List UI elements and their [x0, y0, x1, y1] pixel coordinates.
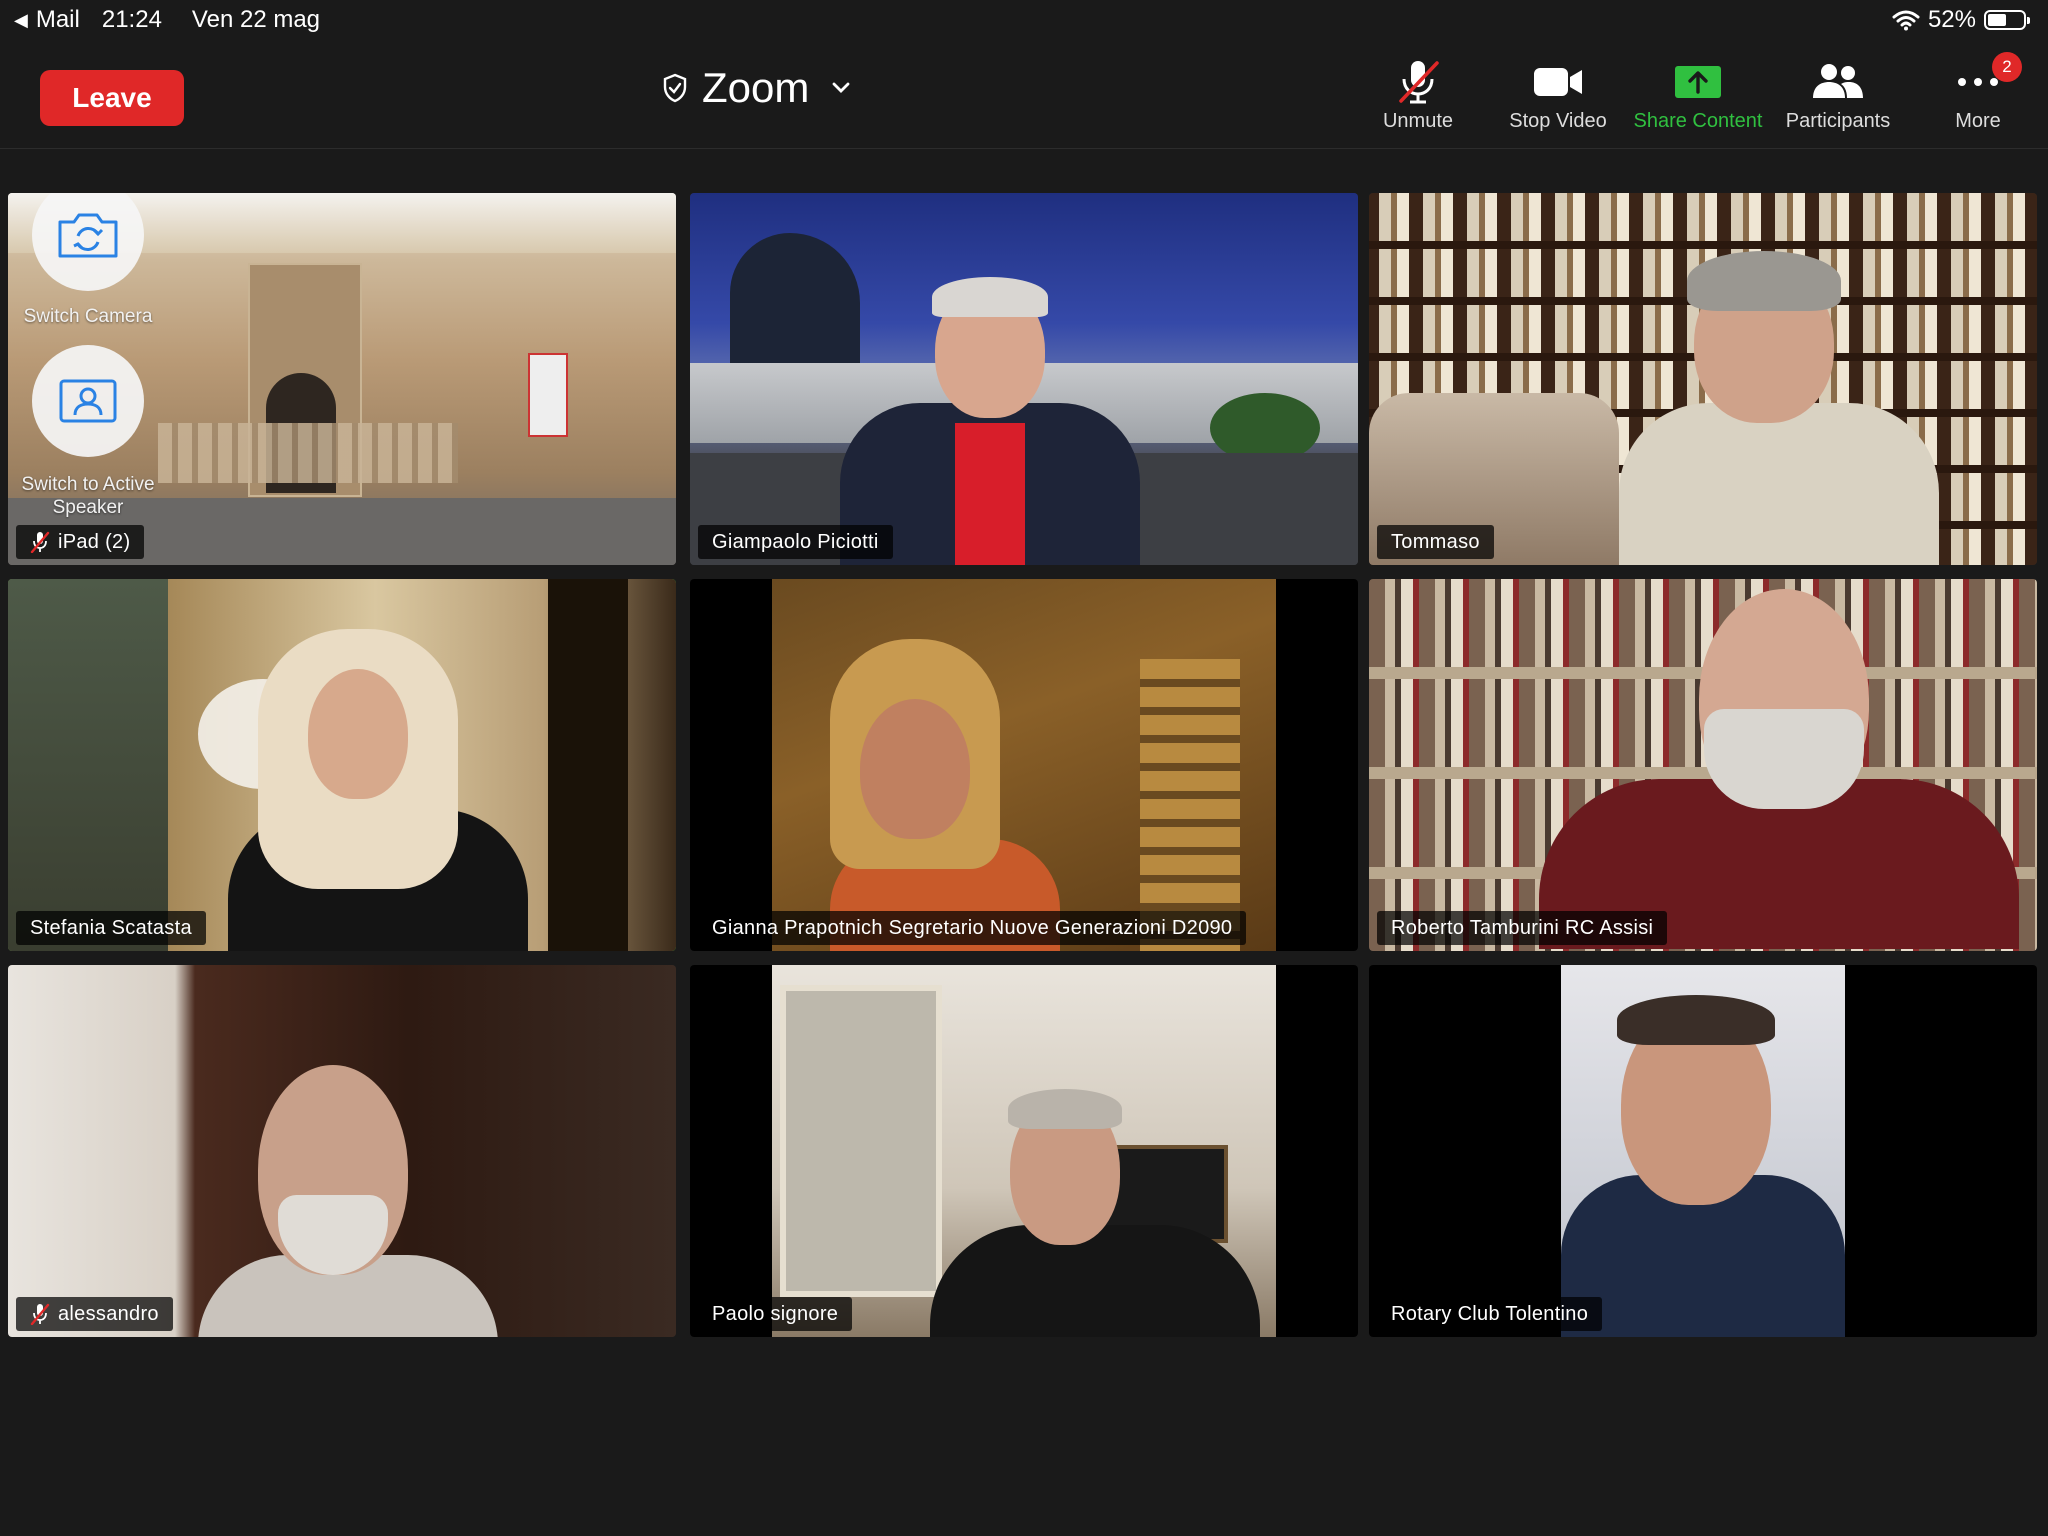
- switch-camera-icon: [58, 213, 118, 258]
- share-up-arrow-icon: [1675, 66, 1721, 98]
- participant-name: Paolo signore: [712, 1302, 839, 1325]
- battery-fill: [1988, 14, 2006, 26]
- video-tile[interactable]: Tommaso: [1369, 193, 2037, 565]
- more-button[interactable]: 2 More: [1908, 52, 2048, 133]
- more-label: More: [1955, 110, 2001, 132]
- switch-active-speaker-button[interactable]: [32, 345, 144, 457]
- status-left: ◀ Mail 21:24 Ven 22 mag: [14, 6, 320, 34]
- microphone-muted-icon: [30, 531, 50, 553]
- participant-name-tag: Paolo signore: [698, 1297, 853, 1331]
- participant-name-tag: Tommaso: [1377, 525, 1494, 559]
- back-arrow-icon[interactable]: ◀: [14, 10, 28, 31]
- status-time: 21:24: [101, 6, 162, 33]
- wifi-icon: [1892, 10, 1920, 31]
- participant-name: Roberto Tamburini RC Assisi: [1391, 916, 1654, 939]
- participant-name-tag: Stefania Scatasta: [16, 911, 206, 945]
- participants-label: Participants: [1785, 110, 1891, 132]
- microphone-muted-icon: [1399, 61, 1439, 104]
- microphone-muted-icon: [30, 1303, 50, 1325]
- active-speaker-icon: [59, 379, 117, 423]
- people-icon: [1813, 64, 1863, 98]
- participant-name-tag: Roberto Tamburini RC Assisi: [1377, 911, 1668, 945]
- participant-name-tag: Giampaolo Piciotti: [698, 525, 893, 559]
- status-date: Ven 22 mag: [191, 6, 321, 33]
- participant-name-tag: Gianna Prapotnich Segretario Nuove Gener…: [698, 911, 1247, 945]
- status-bar: ◀ Mail 21:24 Ven 22 mag 52%: [0, 0, 2048, 40]
- video-camera-icon: [1534, 68, 1582, 96]
- unmute-button[interactable]: Unmute: [1348, 54, 1488, 133]
- ellipsis-icon: [1958, 78, 1998, 86]
- video-tile[interactable]: Rotary Club Tolentino: [1369, 965, 2037, 1337]
- stop-video-label: Stop Video: [1509, 110, 1607, 132]
- back-app-label[interactable]: Mail: [36, 6, 80, 34]
- video-tile[interactable]: Gianna Prapotnich Segretario Nuove Gener…: [690, 579, 1358, 951]
- participant-name: Stefania Scatasta: [30, 916, 192, 939]
- participants-button[interactable]: Participants: [1768, 54, 1908, 133]
- video-tile[interactable]: Giampaolo Piciotti: [690, 193, 1358, 565]
- battery-percent: 52%: [1927, 6, 1976, 33]
- participant-name: Gianna Prapotnich Segretario Nuove Gener…: [712, 916, 1233, 939]
- meeting-title[interactable]: Zoom: [662, 64, 851, 112]
- participant-name-tag: Rotary Club Tolentino: [1377, 1297, 1603, 1331]
- share-content-button[interactable]: Share Content: [1628, 54, 1768, 133]
- participant-name-tag: alessandro: [16, 1297, 173, 1331]
- participant-name: Rotary Club Tolentino: [1391, 1302, 1589, 1325]
- toolbar-actions: Unmute Stop Video Share Content Particip…: [1348, 52, 2048, 133]
- leave-button[interactable]: Leave: [40, 70, 184, 126]
- switch-camera-label: Switch Camera: [23, 306, 153, 327]
- video-tile[interactable]: Roberto Tamburini RC Assisi: [1369, 579, 2037, 951]
- switch-active-speaker-label: Switch to Active Speaker: [21, 474, 155, 518]
- participant-name: Tommaso: [1391, 530, 1480, 553]
- unmute-label: Unmute: [1382, 110, 1454, 132]
- shield-icon: [663, 73, 687, 103]
- battery-icon: [1984, 10, 2030, 30]
- share-content-label: Share Content: [1633, 110, 1763, 132]
- participant-name: Giampaolo Piciotti: [712, 530, 879, 553]
- video-tile-self[interactable]: Switch Camera Switch to Active Speaker i…: [8, 193, 676, 565]
- participant-name-tag: iPad (2): [16, 525, 145, 559]
- meeting-title-text: Zoom: [702, 64, 810, 111]
- video-tile-active-speaker[interactable]: Stefania Scatasta: [8, 579, 676, 951]
- chevron-down-icon: [832, 82, 850, 93]
- status-right: 52%: [1892, 6, 2030, 34]
- meeting-toolbar: Leave Zoom Unmute Stop Video Share Conte…: [0, 40, 2048, 149]
- video-tile[interactable]: alessandro: [8, 965, 676, 1337]
- notification-badge: 2: [1992, 52, 2022, 82]
- participant-name: alessandro: [58, 1302, 159, 1325]
- stop-video-button[interactable]: Stop Video: [1488, 54, 1628, 133]
- participant-name: iPad (2): [58, 530, 131, 553]
- video-tile[interactable]: Paolo signore: [690, 965, 1358, 1337]
